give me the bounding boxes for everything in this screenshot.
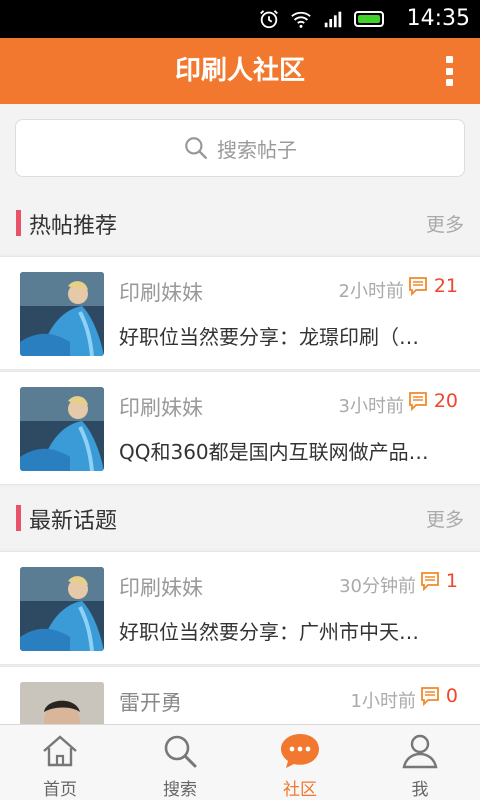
latest-section-header: 最新话题 更多	[0, 487, 480, 549]
bottom-nav: 首页 搜索 社区 我	[0, 724, 480, 800]
comment-number: 1	[445, 570, 458, 592]
search-area: 搜索帖子	[0, 104, 480, 192]
section-title: 最新话题	[29, 509, 118, 534]
post-author: 雷开勇	[119, 691, 182, 715]
more-link[interactable]: 更多	[426, 505, 464, 532]
status-icons	[258, 8, 384, 30]
search-icon	[185, 137, 207, 159]
comment-number: 21	[433, 275, 458, 297]
comment-count: 20	[408, 390, 458, 412]
search-placeholder: 搜索帖子	[217, 137, 297, 162]
tab-home[interactable]: 首页	[0, 725, 120, 800]
tab-label: 搜索	[163, 780, 197, 800]
tab-community[interactable]: 社区	[240, 725, 360, 800]
tab-search[interactable]: 搜索	[120, 725, 240, 800]
menu-dot	[445, 67, 453, 75]
post-title: 好职位当然要分享：龙璟印刷（…	[119, 325, 419, 349]
chat-icon	[281, 734, 319, 768]
section-marker	[16, 210, 21, 236]
post-time: 1小时前	[350, 691, 416, 712]
comment-count: 1	[420, 570, 458, 592]
comment-count: 0	[420, 685, 458, 707]
post-item[interactable]: 印刷妹妹 3小时前 20 QQ和360都是国内互联网做产品…	[0, 371, 480, 485]
post-time: 30分钟前	[339, 576, 416, 597]
post-item[interactable]: 印刷妹妹 2小时前 21 好职位当然要分享：龙璟印刷（…	[0, 256, 480, 370]
more-link[interactable]: 更多	[426, 210, 464, 237]
post-author: 印刷妹妹	[119, 576, 203, 600]
app-header: 印刷人社区	[0, 38, 480, 104]
post-time: 3小时前	[338, 396, 404, 417]
menu-dot	[445, 56, 453, 63]
post-author: 印刷妹妹	[119, 281, 203, 305]
alarm-icon	[260, 10, 278, 29]
comment-icon	[408, 277, 427, 296]
post-item[interactable]: 印刷妹妹 30分钟前 1 好职位当然要分享：广州市中天…	[0, 551, 480, 665]
post-thumbnail	[20, 567, 104, 651]
post-author: 印刷妹妹	[119, 396, 203, 420]
post-title: 好职位当然要分享：广州市中天…	[119, 620, 419, 644]
tab-me[interactable]: 我	[360, 725, 480, 800]
comment-number: 20	[433, 390, 458, 412]
home-icon	[43, 735, 77, 767]
page-title: 印刷人社区	[174, 56, 305, 86]
post-thumbnail	[20, 387, 104, 471]
menu-dot	[445, 79, 453, 86]
comment-count: 21	[408, 275, 458, 297]
tab-label: 首页	[43, 780, 77, 800]
wifi-icon	[291, 11, 311, 28]
search-input[interactable]: 搜索帖子	[15, 119, 465, 177]
search-icon	[164, 735, 197, 768]
status-time: 14:35	[406, 6, 470, 31]
battery-icon	[354, 11, 384, 27]
hot-section-header: 热帖推荐 更多	[0, 192, 480, 254]
section-marker	[16, 505, 21, 531]
comment-icon	[421, 687, 439, 706]
tab-label: 社区	[283, 780, 317, 800]
comment-icon	[408, 392, 427, 411]
status-bar: 14:35	[0, 0, 480, 38]
tab-label: 我	[411, 780, 429, 800]
comment-icon	[421, 572, 439, 591]
post-title: QQ和360都是国内互联网做产品…	[119, 440, 429, 464]
comment-number: 0	[445, 685, 458, 707]
section-title: 热帖推荐	[29, 214, 118, 239]
overflow-menu-icon[interactable]	[442, 56, 456, 86]
post-time: 2小时前	[338, 281, 404, 302]
signal-icon	[324, 11, 342, 28]
post-thumbnail	[20, 272, 104, 356]
person-icon	[402, 734, 438, 769]
